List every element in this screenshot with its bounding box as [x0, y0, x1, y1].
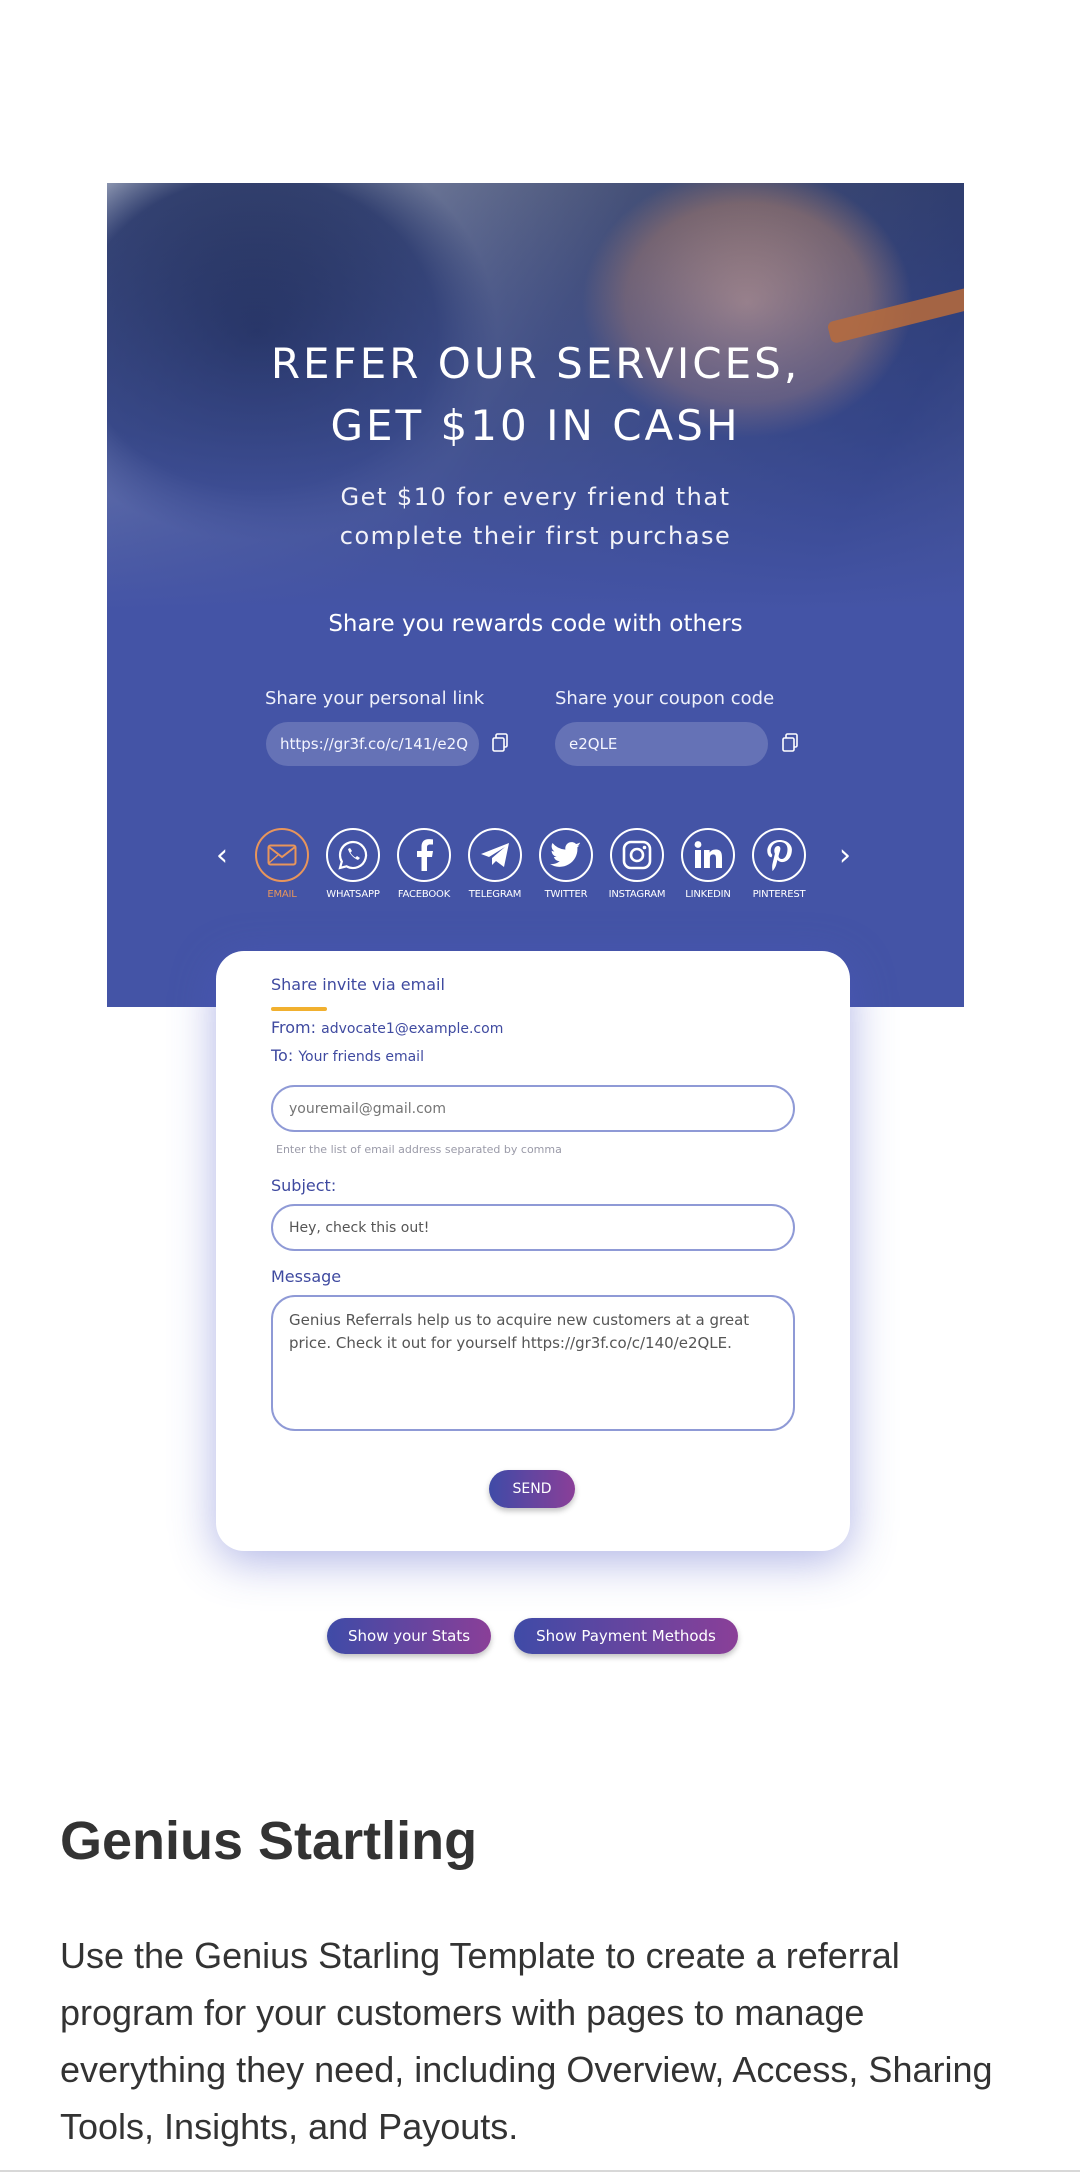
social-share-row: ‹ EMAIL WHATSAPP FACEBOOK TELEGRAM TWITT… — [107, 828, 964, 918]
share-whatsapp[interactable]: WHATSAPP — [323, 828, 383, 900]
linkedin-icon — [681, 828, 735, 882]
email-card-title: Share invite via email — [271, 975, 445, 994]
telegram-icon — [468, 828, 522, 882]
message-label: Message — [271, 1267, 342, 1286]
share-facebook[interactable]: FACEBOOK — [394, 828, 454, 900]
subject-label: Subject: — [271, 1176, 337, 1195]
to-email-input[interactable] — [271, 1085, 795, 1132]
share-label: INSTAGRAM — [608, 889, 666, 900]
coupon-code-label: Share your coupon code — [555, 688, 775, 709]
subject-input[interactable] — [271, 1204, 795, 1251]
divider — [0, 2170, 1080, 2172]
share-label: EMAIL — [267, 889, 297, 900]
copy-link-icon[interactable] — [491, 733, 509, 753]
share-section-title: Share you rewards code with others — [328, 611, 743, 637]
share-label: TWITTER — [544, 889, 588, 900]
share-label: WHATSAPP — [326, 889, 380, 900]
instagram-icon — [610, 828, 664, 882]
share-linkedin[interactable]: LINKEDIN — [678, 828, 738, 900]
share-telegram[interactable]: TELEGRAM — [465, 828, 525, 900]
share-instagram[interactable]: INSTAGRAM — [607, 828, 667, 900]
to-email-hint: Enter the list of email address separate… — [276, 1143, 562, 1156]
share-label: LINKEDIN — [685, 889, 731, 900]
share-pinterest[interactable]: PINTEREST — [749, 828, 809, 900]
from-label: From: — [271, 1018, 317, 1037]
share-label: TELEGRAM — [468, 889, 522, 900]
chevron-left-icon[interactable]: ‹ — [212, 838, 232, 874]
email-invite-card: Share invite via email From: advocate1@e… — [216, 951, 850, 1551]
hero-title: REFER OUR SERVICES, GET $10 IN CASH — [270, 339, 801, 450]
show-stats-button[interactable]: Show your Stats — [327, 1618, 491, 1654]
title-underline — [271, 1007, 327, 1011]
whatsapp-icon — [326, 828, 380, 882]
send-button[interactable]: SEND — [489, 1470, 575, 1508]
copy-coupon-icon[interactable] — [781, 733, 799, 753]
personal-link-field[interactable]: https://gr3f.co/c/141/e2Q — [266, 722, 479, 766]
facebook-icon — [397, 828, 451, 882]
from-value: advocate1@example.com — [321, 1021, 504, 1037]
personal-link-label: Share your personal link — [265, 688, 485, 709]
to-label: To: — [271, 1046, 294, 1065]
pinterest-icon — [752, 828, 806, 882]
share-label: PINTEREST — [752, 889, 806, 900]
share-twitter[interactable]: TWITTER — [536, 828, 596, 900]
show-payment-methods-button[interactable]: Show Payment Methods — [514, 1618, 738, 1654]
chevron-right-icon[interactable]: › — [835, 838, 855, 874]
to-row: To: Your friends email — [271, 1046, 424, 1065]
email-icon — [255, 828, 309, 882]
to-value: Your friends email — [298, 1049, 424, 1065]
message-textarea[interactable]: Genius Referrals help us to acquire new … — [271, 1295, 795, 1431]
page-description: Use the Genius Starling Template to crea… — [60, 1935, 993, 2147]
twitter-icon — [539, 828, 593, 882]
share-email[interactable]: EMAIL — [252, 828, 312, 900]
from-row: From: advocate1@example.com — [271, 1018, 503, 1037]
hero-banner: REFER OUR SERVICES, GET $10 IN CASH Get … — [107, 183, 964, 1007]
share-label: FACEBOOK — [397, 889, 451, 900]
hero-subtitle: Get $10 for every friend that complete t… — [339, 483, 732, 550]
coupon-code-field[interactable]: e2QLE — [555, 722, 768, 766]
page-title: Genius Startling — [60, 1811, 478, 1871]
